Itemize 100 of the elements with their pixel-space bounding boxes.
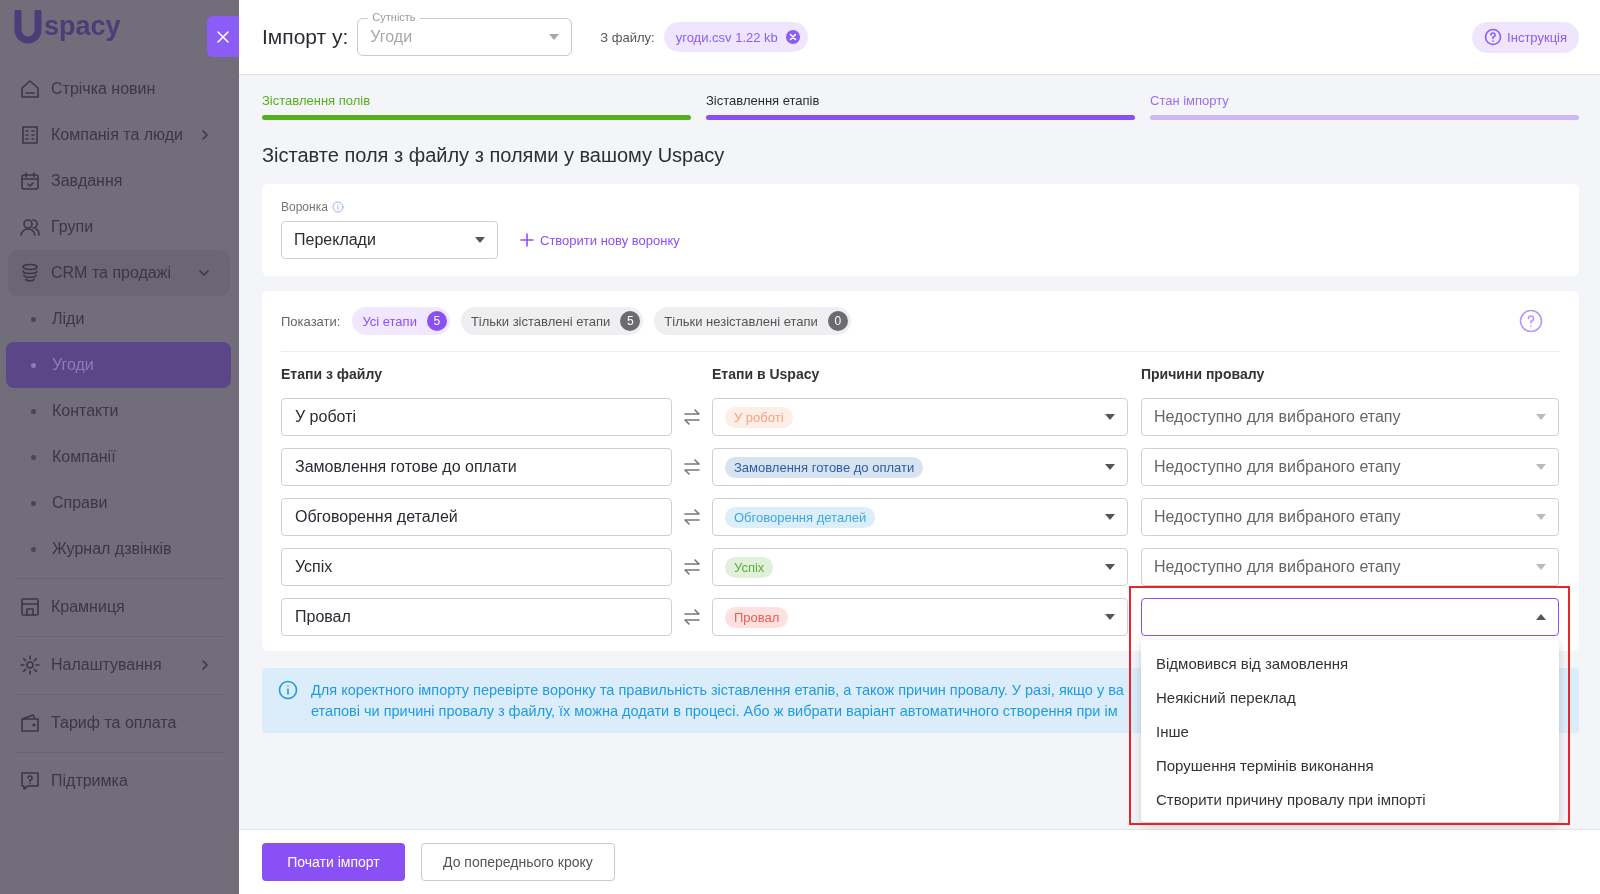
stage-select[interactable]: Успіх <box>712 548 1128 586</box>
swap-arrows-icon <box>683 459 701 475</box>
caret-icon <box>549 34 560 40</box>
stage-select[interactable]: Обговорення деталей <box>712 498 1128 536</box>
sidebar-subitem[interactable]: Журнал дзвінків <box>6 526 231 572</box>
step-tab[interactable]: Зіставлення етапів <box>706 93 1135 108</box>
menu-item[interactable]: Відмовився від замовлення <box>1141 646 1559 680</box>
bullet-icon <box>31 316 36 322</box>
count-badge: 5 <box>426 311 447 331</box>
sidebar-item[interactable]: Стрічка новин <box>0 66 231 112</box>
info-icon <box>278 680 298 700</box>
sidebar-subitem[interactable]: Компанії <box>6 434 231 480</box>
filter-chip[interactable]: Усі етапи 5 <box>352 307 450 335</box>
remove-button[interactable] <box>785 30 800 44</box>
sidebar-item[interactable]: Підтримка <box>0 758 231 804</box>
reason-select: Недоступно для вибраного етапу <box>1141 548 1559 586</box>
caret-icon <box>1536 514 1546 520</box>
question-icon <box>1484 28 1503 46</box>
swap-arrows-icon <box>683 609 701 625</box>
step-tab[interactable]: Стан імпорту <box>1150 93 1579 108</box>
caret-icon <box>475 237 485 243</box>
menu-item[interactable]: Створити причину провалу при імпорті <box>1141 782 1559 816</box>
filter-chip[interactable]: Тільки незіставлені етапи 0 <box>654 307 851 335</box>
text-field[interactable]: Обговорення деталей <box>281 498 672 536</box>
back-button[interactable]: До попереднього кроку <box>421 843 615 881</box>
text-field[interactable]: Замовлення готове до оплати <box>281 448 672 486</box>
caret-icon <box>1536 614 1546 620</box>
create-funnel-link[interactable]: Створити нову воронку <box>520 221 680 259</box>
stage-tag: Обговорення деталей <box>725 506 876 528</box>
sidebar-subitem[interactable]: Контакти <box>6 388 231 434</box>
bullet-icon <box>31 362 36 368</box>
close-icon <box>216 29 230 44</box>
filter-chip[interactable]: Тільки зіставлені етапи 5 <box>460 307 644 335</box>
stage-select[interactable]: Замовлення готове до оплати <box>712 448 1128 486</box>
swap-arrows-icon <box>683 509 701 525</box>
stage-tag: Провал <box>725 606 789 628</box>
stage-select[interactable]: Провал <box>712 598 1128 636</box>
sidebar-item[interactable]: Завдання <box>0 158 231 204</box>
filter-label: Показати: <box>281 313 341 329</box>
sidebar-item[interactable]: Налаштування <box>0 642 231 688</box>
reason-select: Недоступно для вибраного етапу <box>1141 498 1559 536</box>
start-import-button[interactable]: Почати імпорт <box>262 843 405 881</box>
database-icon <box>19 262 41 284</box>
info-icon <box>331 201 344 213</box>
caret-icon <box>1105 464 1115 470</box>
calendar-icon <box>19 170 41 192</box>
column-header: Етапи з файлу <box>281 365 383 384</box>
caret-icon <box>1105 614 1115 620</box>
menu-item[interactable]: Неякісний переклад <box>1141 680 1559 714</box>
chevron-icon <box>198 267 210 279</box>
caret-icon <box>1105 414 1115 420</box>
bullet-icon <box>31 500 36 506</box>
house-icon <box>19 78 41 100</box>
help-button[interactable]: Інструкція <box>1472 21 1579 53</box>
reason-select[interactable] <box>1141 598 1559 636</box>
help-bubble-icon <box>19 770 41 792</box>
caret-icon <box>1105 514 1115 520</box>
info-text: етапові чи причині провалу з файлу, їх можна додати в процесі. Або ж вибрати варіант автоматичного створення при ім <box>311 702 1119 721</box>
caret-icon <box>1536 414 1546 420</box>
bullet-icon <box>31 454 36 460</box>
caret-icon <box>1105 564 1115 570</box>
building-icon <box>19 124 41 146</box>
menu-item[interactable]: Порушення термінів виконання <box>1141 748 1559 782</box>
wallet-icon <box>19 712 41 734</box>
chevron-icon <box>199 129 211 141</box>
count-badge: 0 <box>827 311 848 331</box>
text-field[interactable]: Успіх <box>281 548 672 586</box>
gear-icon <box>19 654 41 676</box>
swap-arrows-icon <box>683 559 701 575</box>
step-tab[interactable]: Зіставлення полів <box>262 93 691 108</box>
swap-arrows-icon <box>683 409 701 425</box>
people-icon <box>19 216 41 238</box>
bullet-icon <box>31 546 36 552</box>
menu-item[interactable]: Інше <box>1141 714 1559 748</box>
stage-tag: Замовлення готове до оплати <box>725 456 924 478</box>
plus-icon <box>520 233 534 247</box>
file-name: угоди.csv 1.22 kb <box>675 29 778 45</box>
text-field[interactable]: Провал <box>281 598 672 636</box>
column-header: Етапи в Uspacy <box>712 365 821 384</box>
stage-select[interactable]: У роботі <box>712 398 1128 436</box>
field-label: Воронка <box>281 200 328 214</box>
sidebar-subitem[interactable]: Справи <box>6 480 231 526</box>
store-icon <box>19 596 41 618</box>
caret-icon <box>1536 564 1546 570</box>
section-heading: Зіставте поля з файлу з полями у вашому Uspacy <box>262 144 726 167</box>
text-field[interactable]: У роботі <box>281 398 672 436</box>
question-icon <box>1519 309 1543 333</box>
caret-icon <box>1536 464 1546 470</box>
sidebar-item[interactable]: Крамниця <box>0 584 231 630</box>
funnel-select[interactable]: Переклади <box>281 221 498 259</box>
chevron-icon <box>199 659 211 671</box>
close-button[interactable] <box>207 16 239 57</box>
file-label: З файлу: <box>600 29 655 45</box>
stage-tag: Успіх <box>725 556 774 578</box>
page-title: Імпорт у: <box>262 25 349 49</box>
column-header: Причини провалу <box>1141 365 1266 384</box>
stage-tag: У роботі <box>725 406 793 428</box>
info-text: Для коректного імпорту перевірте воронку та правильність зіставлення етапів, а також причин провалу. У разі, якщо у ва <box>311 681 1124 700</box>
reason-select: Недоступно для вибраного етапу <box>1141 448 1559 486</box>
field-label: Сутність <box>368 11 420 23</box>
